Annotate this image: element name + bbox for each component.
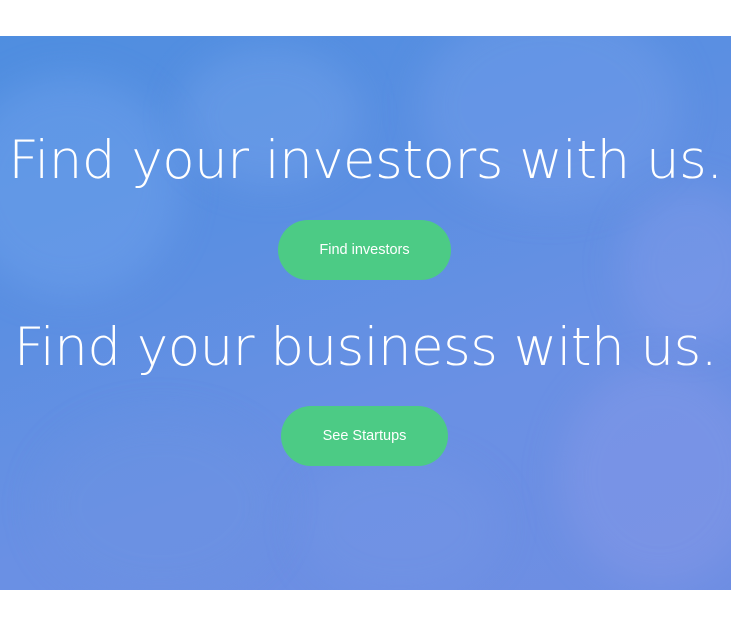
hero-section: Find your investors with us. Find invest…	[0, 36, 731, 590]
investors-headline: Find your investors with us.	[8, 130, 723, 191]
see-startups-button[interactable]: See Startups	[281, 406, 448, 466]
hero-content: Find your investors with us. Find invest…	[0, 36, 731, 590]
find-investors-button[interactable]: Find investors	[278, 220, 451, 280]
business-headline: Find your business with us.	[13, 317, 718, 378]
